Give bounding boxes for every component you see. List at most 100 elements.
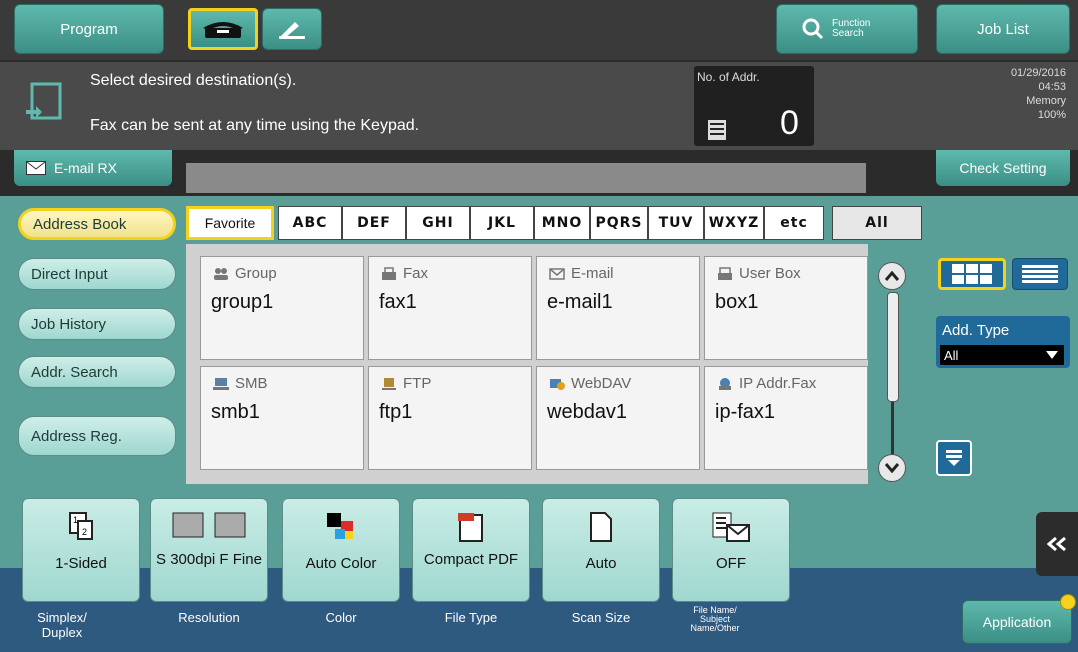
handset-button[interactable] [262, 8, 322, 50]
file-name-caption: File Name/ Subject Name/Other [690, 605, 740, 633]
address-count-label: No. of Addr. [697, 70, 760, 84]
destination-card[interactable]: User Box box1 [704, 256, 868, 360]
destination-card[interactable]: Fax fax1 [368, 256, 532, 360]
pdf-icon [458, 513, 483, 542]
destination-type-label: WebDAV [571, 375, 632, 392]
list-view-button[interactable] [1012, 258, 1068, 290]
ip-fax-icon [719, 377, 731, 390]
resolution-icon [172, 512, 246, 538]
check-setting-button[interactable]: Check Setting [936, 150, 1070, 186]
file-type-setting[interactable]: Compact PDF [412, 498, 530, 602]
color-setting[interactable]: Auto Color [282, 498, 400, 602]
color-caption: Color [325, 610, 357, 625]
file-name-setting[interactable]: OFF [672, 498, 790, 602]
ftp-icon [382, 377, 396, 390]
instruction-text: Select desired destination(s). [90, 72, 297, 89]
tab-favorite[interactable]: Favorite [186, 206, 274, 240]
menu-icon [946, 450, 962, 466]
program-button[interactable]: Program [14, 4, 164, 54]
destination-input-field[interactable] [186, 163, 866, 193]
tab-ghi[interactable]: GHI [406, 206, 470, 240]
file-type-caption: File Type [444, 610, 498, 625]
index-tab-row: Favorite ABC DEF GHI JKL MNO PQRS TUV WX… [186, 206, 926, 242]
telephone-icon [203, 22, 243, 38]
address-reg-button[interactable]: Address Reg. [18, 416, 176, 456]
grid-view-icon [952, 264, 992, 284]
job-list-button[interactable]: Job List [936, 4, 1070, 54]
destination-card[interactable]: SMB smb1 [200, 366, 364, 470]
scan-size-icon [590, 512, 612, 542]
destination-type-label: E-mail [571, 265, 614, 282]
resolution-setting[interactable]: S 300dpi F Fine [150, 498, 268, 602]
grid-view-button[interactable] [938, 258, 1006, 290]
direct-input-tab[interactable]: Direct Input [18, 258, 176, 290]
tab-etc[interactable]: etc [764, 206, 824, 240]
double-chevron-left-icon [1046, 536, 1066, 552]
address-book-tab[interactable]: Address Book [18, 208, 176, 240]
destination-type-label: User Box [739, 265, 801, 282]
destination-name: smb1 [211, 401, 260, 423]
add-type-value: All [944, 347, 959, 363]
job-history-tab[interactable]: Job History [18, 308, 176, 340]
more-menu-button[interactable] [936, 440, 972, 476]
destination-type: IP Addr.Fax [717, 375, 816, 392]
scroll-thumb[interactable] [887, 292, 899, 402]
destination-type-label: IP Addr.Fax [739, 375, 817, 392]
tab-tuv[interactable]: TUV [648, 206, 704, 240]
scroll-up-button[interactable] [878, 262, 906, 290]
destination-type-label: Group [235, 265, 277, 282]
status-panel: 01/29/2016 04:53 Memory 100% [940, 66, 1066, 122]
svg-text:1: 1 [73, 515, 78, 525]
add-type-select[interactable]: All [940, 345, 1064, 365]
destination-type-label: Fax [403, 265, 429, 282]
application-button[interactable]: Application [962, 600, 1072, 644]
destination-card[interactable]: FTP ftp1 [368, 366, 532, 470]
handset-icon [279, 22, 305, 39]
function-search-label: Function Search [832, 18, 871, 39]
search-icon [802, 18, 824, 40]
email-rx-button[interactable]: E-mail RX [14, 150, 172, 186]
tab-jkl[interactable]: JKL [470, 206, 534, 240]
dropdown-arrow-icon [1046, 351, 1058, 359]
destination-card[interactable]: WebDAV webdav1 [536, 366, 700, 470]
destination-card[interactable]: E-mail e-mail1 [536, 256, 700, 360]
scan-size-setting[interactable]: Auto [542, 498, 660, 602]
scan-size-caption: Scan Size [571, 610, 631, 625]
tab-all[interactable]: All [832, 206, 922, 240]
chevron-down-icon [885, 463, 899, 473]
function-search-button[interactable]: Function Search [776, 4, 918, 54]
fax-mode-button[interactable] [188, 8, 258, 50]
memory-value: 100% [1037, 109, 1066, 121]
collapse-panel-button[interactable] [1036, 512, 1078, 576]
smb-icon [213, 377, 229, 390]
simplex-duplex-setting[interactable]: 21 1-Sided [22, 498, 140, 602]
destination-name: webdav1 [547, 401, 628, 423]
file-type-value: Compact PDF [423, 551, 519, 568]
grid-scrollbar[interactable] [878, 262, 908, 484]
destination-name: group1 [211, 291, 274, 313]
destination-card[interactable]: IP Addr.Fax ip-fax1 [704, 366, 868, 470]
tab-pqrs[interactable]: PQRS [590, 206, 648, 240]
scan-size-value: Auto [585, 555, 617, 572]
chevron-up-icon [885, 271, 899, 281]
file-name-value: OFF [716, 555, 746, 572]
svg-text:2: 2 [82, 527, 87, 537]
color-value: Auto Color [305, 555, 377, 572]
fax-icon [382, 266, 396, 280]
tab-wxyz[interactable]: WXYZ [704, 206, 764, 240]
simplex-icon: 21 [69, 512, 93, 540]
tab-mno[interactable]: MNO [534, 206, 590, 240]
destination-type: SMB [213, 375, 268, 392]
tab-abc[interactable]: ABC [278, 206, 342, 240]
scroll-down-button[interactable] [878, 454, 906, 482]
destination-type: E-mail [549, 265, 614, 282]
keypad-hint-text: Fax can be sent at any time using the Ke… [90, 117, 420, 134]
time-text: 04:53 [1038, 81, 1066, 93]
webdav-icon [550, 378, 565, 390]
date-text: 01/29/2016 [1010, 67, 1066, 79]
destination-card[interactable]: Group group1 [200, 256, 364, 360]
addr-search-tab[interactable]: Addr. Search [18, 356, 176, 388]
destination-type: User Box [717, 265, 801, 282]
tab-def[interactable]: DEF [342, 206, 406, 240]
email-icon [549, 267, 565, 280]
